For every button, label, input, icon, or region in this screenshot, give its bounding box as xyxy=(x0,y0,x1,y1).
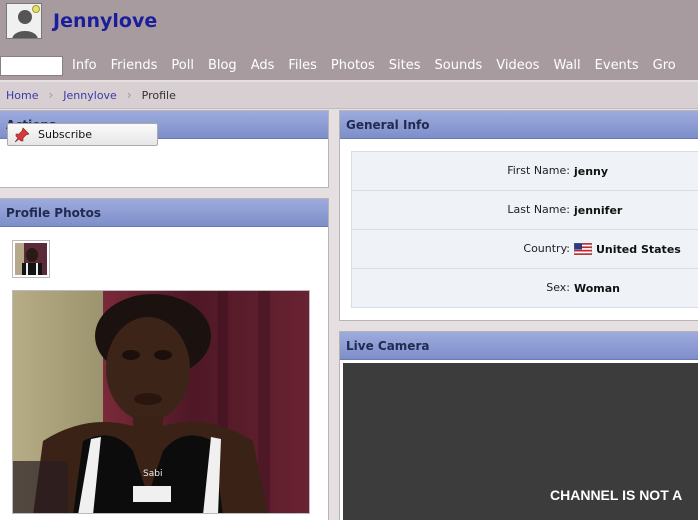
profile-title: Jennylove xyxy=(53,10,158,32)
nav-item-wall[interactable]: Wall xyxy=(546,52,587,80)
user-avatar-icon[interactable] xyxy=(6,3,42,39)
nav-item-sounds[interactable]: Sounds xyxy=(428,52,490,80)
last-name-label: Last Name: xyxy=(507,203,570,216)
profile-photo-main[interactable]: Sabi xyxy=(12,290,310,514)
nav-item-info[interactable]: Info xyxy=(65,52,104,80)
breadcrumb-separator-icon: › xyxy=(48,88,54,102)
breadcrumb: Home › Jennylove › Profile xyxy=(0,82,698,109)
pushpin-icon xyxy=(14,126,30,142)
nav-item-friends[interactable]: Friends xyxy=(104,52,165,80)
nav-item-poll[interactable]: Poll xyxy=(164,52,201,80)
profile-nav: Info Friends Poll Blog Ads Files Photos … xyxy=(0,52,698,80)
photo-thumbnail[interactable] xyxy=(12,240,50,278)
live-camera-block: Live Camera CHANNEL IS NOT A xyxy=(339,331,698,520)
sex-value: Woman xyxy=(574,282,621,295)
breadcrumb-separator-icon: › xyxy=(126,88,132,102)
breadcrumb-home[interactable]: Home xyxy=(6,89,38,102)
online-indicator xyxy=(32,5,40,13)
nav-item-photos[interactable]: Photos xyxy=(324,52,382,80)
breadcrumb-current: Profile xyxy=(141,88,176,102)
subscribe-label: Subscribe xyxy=(38,128,93,141)
us-flag-icon xyxy=(574,242,592,255)
info-row-first-name: First Name: jenny xyxy=(351,152,698,191)
camera-player[interactable]: CHANNEL IS NOT A xyxy=(343,363,698,520)
info-row-last-name: Last Name: jennifer xyxy=(351,191,698,230)
last-name-value: jennifer xyxy=(574,204,623,217)
nav-item-events[interactable]: Events xyxy=(588,52,646,80)
breadcrumb-profile[interactable]: Jennylove xyxy=(63,89,117,102)
first-name-label: First Name: xyxy=(507,164,570,177)
profile-photos-title: Profile Photos xyxy=(0,199,328,227)
info-row-sex: Sex: Woman xyxy=(351,269,698,308)
profile-photos-block: Profile Photos Sabi xyxy=(0,198,329,520)
actions-block: Actions Subscribe xyxy=(0,110,329,188)
general-info-block: General Info First Name: jenny Last Name… xyxy=(339,110,698,321)
profile-header: Jennylove xyxy=(0,0,698,52)
info-row-country: Country: United States xyxy=(351,230,698,269)
first-name-value: jenny xyxy=(574,165,609,178)
sex-label: Sex: xyxy=(546,281,570,294)
nav-item-groups[interactable]: Gro xyxy=(646,52,683,80)
country-value: United States xyxy=(596,243,681,256)
country-label: Country: xyxy=(523,242,570,255)
svg-text:Sabi: Sabi xyxy=(143,469,162,479)
subscribe-button[interactable]: Subscribe xyxy=(7,123,158,146)
nav-item-files[interactable]: Files xyxy=(281,52,324,80)
nav-item-ads[interactable]: Ads xyxy=(244,52,282,80)
general-info-title: General Info xyxy=(340,111,698,139)
country-value-wrap: United States xyxy=(574,242,681,256)
camera-status-message: CHANNEL IS NOT A xyxy=(550,487,683,503)
nav-profile-tab[interactable] xyxy=(0,56,63,76)
live-camera-title: Live Camera xyxy=(340,332,698,360)
nav-item-blog[interactable]: Blog xyxy=(201,52,244,80)
nav-item-videos[interactable]: Videos xyxy=(489,52,546,80)
nav-item-sites[interactable]: Sites xyxy=(382,52,428,80)
general-info-table: First Name: jenny Last Name: jennifer Co… xyxy=(351,151,698,308)
